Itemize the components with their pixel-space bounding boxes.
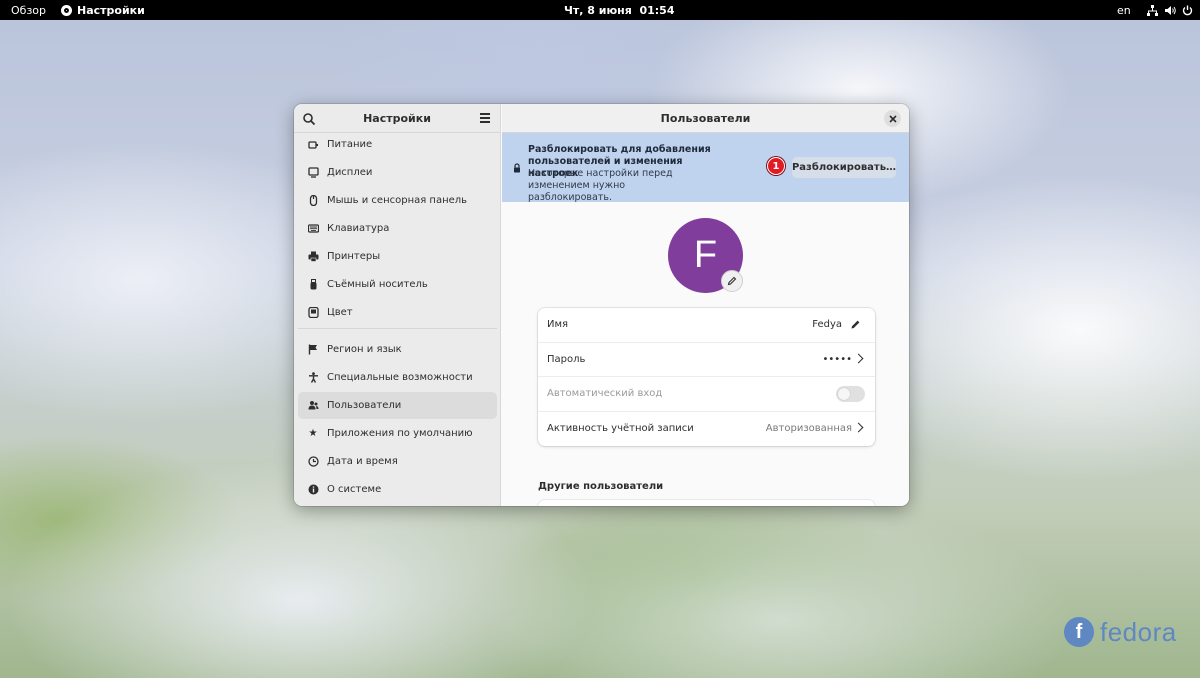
chevron-right-icon — [853, 353, 864, 363]
activities-button[interactable]: Обзор — [11, 0, 46, 20]
search-icon[interactable] — [302, 112, 316, 126]
sidebar-item-label: Специальные возможности — [327, 372, 473, 383]
info-icon — [307, 484, 319, 496]
sidebar-item-label: Мышь и сенсорная панель — [327, 195, 468, 206]
sidebar-item-default-apps[interactable]: ★ Приложения по умолчанию — [298, 420, 497, 447]
name-value: Fedya — [812, 319, 842, 331]
star-icon: ★ — [308, 428, 318, 439]
name-label: Имя — [547, 319, 569, 331]
sidebar-item-date-time[interactable]: Дата и время — [298, 448, 497, 475]
account-activity-label: Активность учётной записи — [547, 423, 694, 435]
keyboard-icon — [307, 223, 319, 235]
password-label: Пароль — [547, 353, 586, 365]
display-icon — [307, 167, 319, 179]
autologin-label: Автоматический вход — [547, 388, 663, 400]
sidebar-item-accessibility[interactable]: Специальные возможности — [298, 364, 497, 391]
mouse-icon — [307, 195, 319, 207]
user-details-card: Имя Fedya Пароль ••••• Автоматический вх… — [538, 308, 875, 446]
sidebar-item-printers[interactable]: Принтеры — [298, 243, 497, 270]
password-row[interactable]: Пароль ••••• — [538, 343, 875, 377]
accessibility-icon — [307, 372, 319, 384]
account-activity-value: Авторизованная — [765, 423, 852, 435]
sidebar-item-label: Приложения по умолчанию — [327, 428, 473, 439]
step-badge: 1 — [767, 157, 785, 175]
panel-title: Пользователи — [660, 111, 751, 125]
sidebar-item-displays[interactable]: Дисплеи — [298, 159, 497, 186]
close-icon — [888, 114, 897, 123]
top-bar: Обзор Настройки Чт, 8 июня 01:54 en — [0, 0, 1200, 20]
clock-label: Чт, 8 июня 01:54 — [564, 3, 675, 17]
banner-subtitle: Некоторые настройки перед изменением нуж… — [528, 168, 673, 203]
printer-icon — [307, 251, 319, 263]
volume-icon[interactable] — [1165, 0, 1177, 20]
input-language-label: en — [1117, 3, 1131, 17]
other-users-heading: Другие пользователи — [538, 481, 664, 492]
power-icon[interactable] — [1182, 0, 1193, 20]
app-menu-label: Настройки — [77, 3, 145, 17]
unlock-button[interactable]: Разблокировать… — [792, 157, 896, 178]
activities-label: Обзор — [11, 3, 47, 17]
sidebar-divider — [298, 328, 497, 329]
sidebar-item-about[interactable]: О системе — [298, 476, 497, 503]
name-row[interactable]: Имя Fedya — [538, 308, 875, 343]
sidebar-item-removable-media[interactable]: Съёмный носитель — [298, 271, 497, 298]
sidebar-item-keyboard[interactable]: Клавиатура — [298, 215, 497, 242]
sidebar-item-label: О системе — [327, 484, 382, 495]
password-value: ••••• — [822, 353, 853, 365]
usb-drive-icon — [307, 279, 319, 291]
sidebar: Настройки Питание Дисплеи Мышь и сенсорн… — [294, 104, 501, 506]
fedora-logo: f fedora — [1064, 616, 1177, 648]
clock-icon — [307, 456, 319, 468]
autologin-row: Автоматический вход — [538, 377, 875, 412]
users-icon — [307, 400, 319, 412]
power-plug-icon — [307, 139, 319, 151]
edit-avatar-button[interactable] — [721, 270, 743, 292]
network-icon[interactable] — [1147, 0, 1158, 20]
sidebar-item-label: Дисплеи — [327, 167, 373, 178]
sidebar-item-label: Съёмный носитель — [327, 279, 428, 290]
panel-header: Пользователи — [502, 104, 909, 133]
flag-icon — [307, 344, 319, 356]
sidebar-item-label: Принтеры — [327, 251, 381, 262]
settings-window: Настройки Питание Дисплеи Мышь и сенсорн… — [294, 104, 909, 506]
fedora-logo-icon: f — [1064, 617, 1094, 647]
sidebar-item-label: Регион и язык — [327, 344, 402, 355]
input-language-button[interactable]: en — [1117, 0, 1131, 20]
pencil-icon[interactable] — [850, 319, 861, 330]
sidebar-item-mouse[interactable]: Мышь и сенсорная панель — [298, 187, 497, 214]
sidebar-title: Настройки — [363, 111, 431, 125]
chevron-right-icon — [853, 422, 864, 432]
sidebar-item-label: Пользователи — [327, 400, 402, 411]
fedora-logo-text: fedora — [1100, 616, 1177, 647]
account-activity-row[interactable]: Активность учётной записи Авторизованная — [538, 412, 875, 447]
sidebar-item-label: Цвет — [327, 307, 353, 318]
pencil-icon — [727, 276, 737, 286]
autologin-toggle[interactable] — [836, 386, 865, 402]
sidebar-item-label: Питание — [327, 139, 373, 150]
other-users-list — [538, 500, 875, 506]
clock-button[interactable]: Чт, 8 июня 01:54 — [564, 0, 675, 20]
hamburger-menu-icon[interactable] — [480, 113, 490, 123]
app-menu-button[interactable]: Настройки — [61, 0, 145, 20]
sidebar-item-region[interactable]: Регион и язык — [298, 336, 497, 363]
settings-gear-icon — [61, 4, 72, 16]
lock-icon — [514, 163, 520, 173]
color-icon — [307, 307, 319, 319]
close-button[interactable] — [884, 110, 901, 127]
sidebar-item-color[interactable]: Цвет — [298, 299, 497, 326]
sidebar-item-power[interactable]: Питание — [298, 131, 497, 158]
sidebar-header: Настройки — [294, 104, 500, 133]
sidebar-item-label: Дата и время — [327, 456, 398, 467]
users-panel: Пользователи Разблокировать для добавлен… — [502, 104, 909, 506]
sidebar-item-label: Клавиатура — [327, 223, 390, 234]
sidebar-item-users[interactable]: Пользователи — [298, 392, 497, 419]
